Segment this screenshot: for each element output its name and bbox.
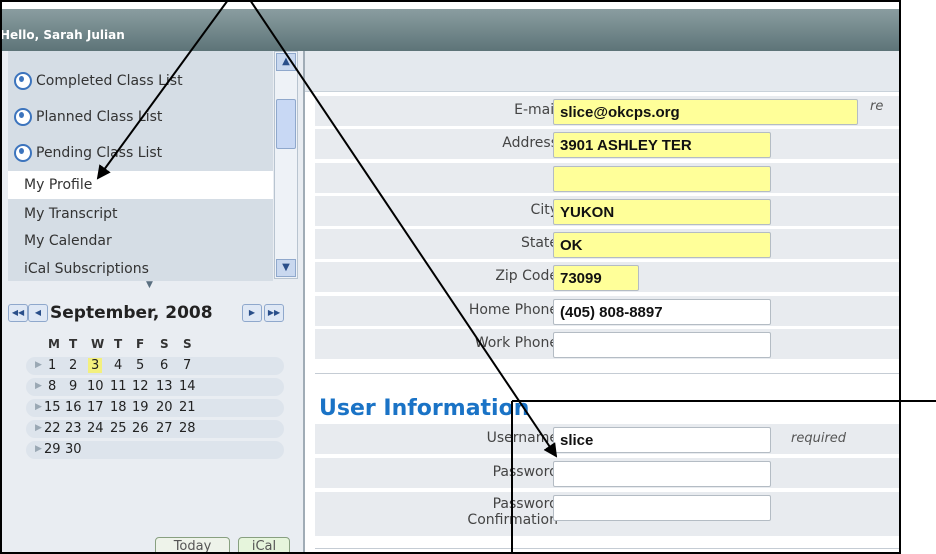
annotation-overlay (0, 0, 936, 554)
annotation-arrow-my-profile (96, 0, 229, 180)
annotation-arrow-username (249, 0, 558, 458)
screenshot-border (0, 0, 901, 554)
